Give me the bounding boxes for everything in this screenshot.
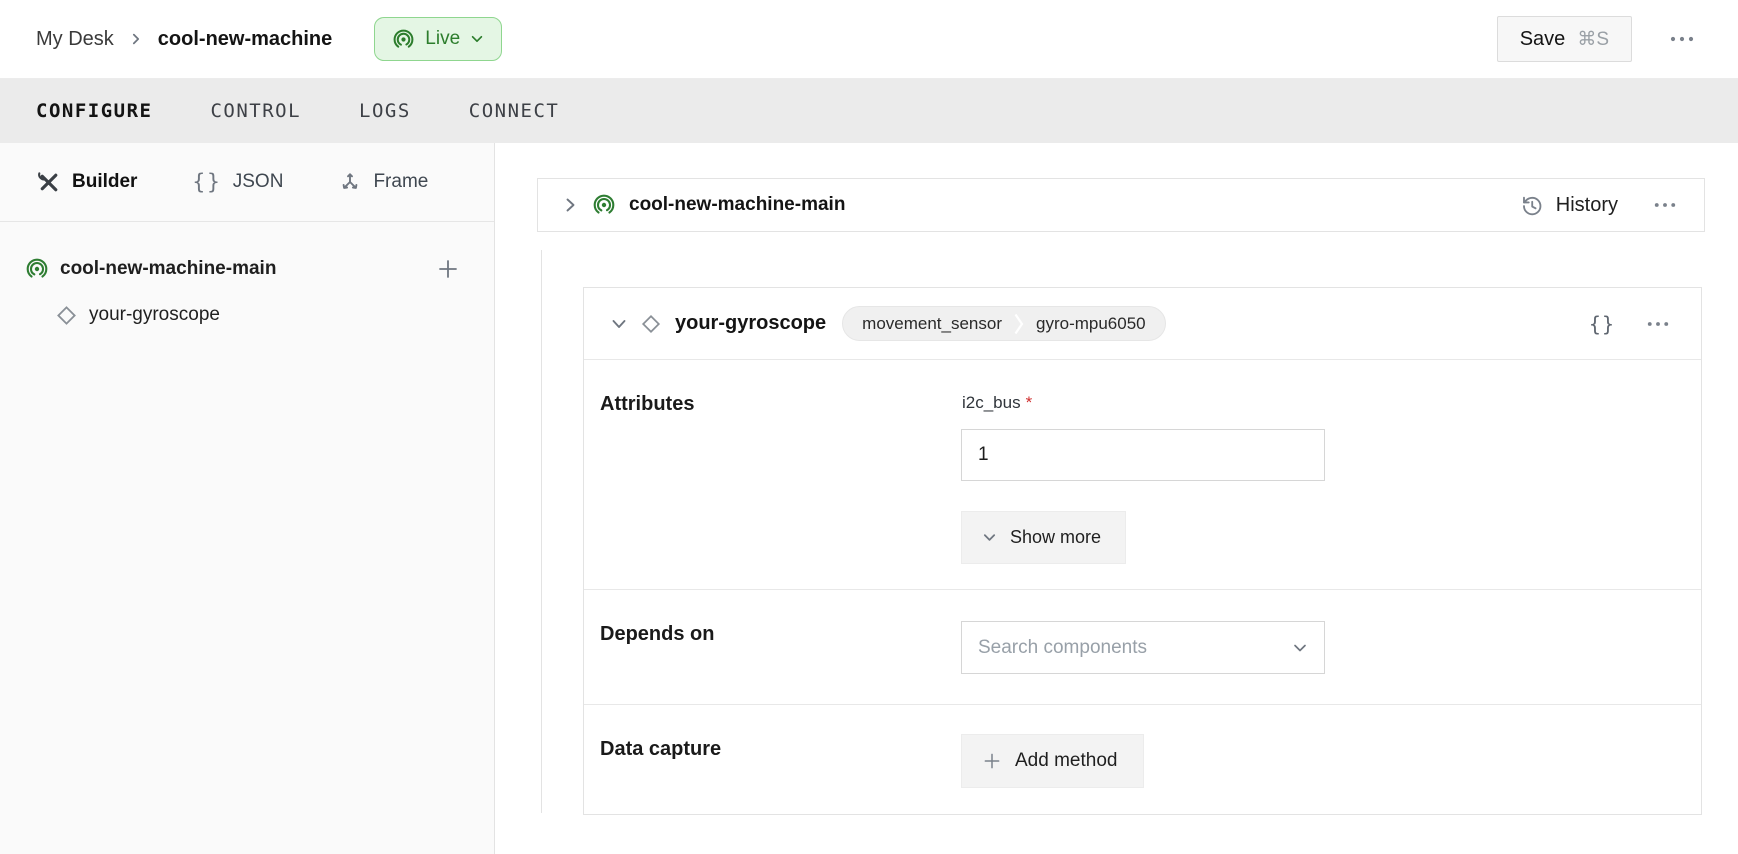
mode-json[interactable]: {} JSON bbox=[192, 170, 283, 194]
breadcrumb-current: cool-new-machine bbox=[158, 28, 332, 51]
mode-frame[interactable]: Frame bbox=[338, 170, 428, 194]
save-button[interactable]: Save ⌘S bbox=[1497, 16, 1632, 62]
top-header: My Desk cool-new-machine Live Save ⌘S bbox=[0, 0, 1738, 79]
data-capture-section-label: Data capture bbox=[600, 738, 721, 761]
primary-tabbar: CONFIGURE CONTROL LOGS CONNECT bbox=[0, 79, 1738, 143]
broadcast-icon bbox=[392, 28, 415, 51]
diamond-icon bbox=[55, 304, 78, 327]
tree-item-component[interactable]: your-gyroscope bbox=[0, 292, 494, 338]
tools-icon bbox=[36, 170, 61, 195]
breadcrumb-chevron-icon bbox=[129, 32, 143, 46]
ellipsis-icon bbox=[1670, 36, 1694, 42]
tag-separator-chevron-icon bbox=[1014, 312, 1024, 336]
show-more-button[interactable]: Show more bbox=[961, 511, 1126, 564]
collapse-component-button[interactable] bbox=[611, 316, 627, 332]
machine-status-badge[interactable]: Live bbox=[374, 17, 502, 61]
attributes-section-label: Attributes bbox=[600, 393, 694, 416]
save-button-label: Save bbox=[1520, 28, 1566, 51]
tab-logs[interactable]: LOGS bbox=[359, 100, 411, 122]
history-button[interactable]: History bbox=[1519, 192, 1618, 218]
plus-icon bbox=[436, 257, 460, 281]
nesting-guide-line bbox=[541, 250, 542, 813]
i2c-bus-input[interactable] bbox=[961, 429, 1325, 481]
component-card-header: your-gyroscope movement_sensor gyro-mpu6… bbox=[584, 288, 1701, 360]
show-more-label: Show more bbox=[1010, 527, 1101, 548]
view-mode-toggle: Builder {} JSON Frame bbox=[0, 143, 494, 222]
history-icon bbox=[1519, 192, 1545, 218]
tree-item-label: cool-new-machine-main bbox=[60, 258, 276, 280]
braces-icon: {} bbox=[1589, 312, 1615, 336]
add-resource-button[interactable] bbox=[432, 253, 464, 285]
tab-control[interactable]: CONTROL bbox=[210, 100, 301, 122]
section-depends-on: Depends on bbox=[584, 590, 1701, 705]
component-title: your-gyroscope bbox=[675, 312, 826, 335]
required-marker: * bbox=[1026, 393, 1033, 412]
component-menu-button[interactable] bbox=[1641, 315, 1675, 333]
section-data-capture: Data capture Add method bbox=[584, 705, 1701, 814]
frame-axes-icon bbox=[338, 170, 362, 194]
broadcast-icon bbox=[25, 257, 49, 281]
add-method-label: Add method bbox=[1015, 750, 1117, 772]
tag-component-type: movement_sensor bbox=[862, 314, 1002, 334]
tree-item-label: your-gyroscope bbox=[89, 304, 220, 326]
depends-on-select[interactable] bbox=[961, 621, 1325, 674]
edit-json-button[interactable]: {} bbox=[1589, 312, 1615, 336]
chevron-down-icon bbox=[1292, 640, 1308, 656]
history-button-label: History bbox=[1556, 194, 1618, 217]
chevron-right-icon bbox=[562, 197, 578, 213]
mode-frame-label: Frame bbox=[373, 171, 428, 193]
tab-connect[interactable]: CONNECT bbox=[469, 100, 560, 122]
depends-on-section-label: Depends on bbox=[600, 623, 714, 646]
broadcast-icon bbox=[592, 193, 616, 217]
mode-builder[interactable]: Builder bbox=[36, 170, 137, 195]
tab-configure[interactable]: CONFIGURE bbox=[36, 100, 152, 122]
expand-part-button[interactable] bbox=[562, 197, 578, 213]
diamond-icon bbox=[640, 313, 662, 335]
ellipsis-icon bbox=[1647, 321, 1669, 327]
plus-icon bbox=[982, 751, 1002, 771]
config-main-panel: cool-new-machine-main History bbox=[495, 143, 1738, 854]
section-attributes: Attributes i2c_bus * Show more bbox=[584, 360, 1701, 590]
app-window: My Desk cool-new-machine Live Save ⌘S bbox=[0, 0, 1738, 854]
i2c-bus-field-label: i2c_bus * bbox=[962, 393, 1032, 413]
field-label-text: i2c_bus bbox=[962, 393, 1021, 412]
tag-component-model: gyro-mpu6050 bbox=[1036, 314, 1146, 334]
mode-builder-label: Builder bbox=[72, 171, 137, 193]
chevron-down-icon bbox=[470, 32, 484, 46]
machine-part-card: cool-new-machine-main History bbox=[537, 178, 1705, 232]
part-card-title: cool-new-machine-main bbox=[629, 194, 845, 216]
add-method-button[interactable]: Add method bbox=[961, 734, 1144, 788]
resource-tree: cool-new-machine-main your-gyroscope bbox=[0, 222, 494, 338]
chevron-down-icon bbox=[982, 530, 997, 545]
component-card: your-gyroscope movement_sensor gyro-mpu6… bbox=[583, 287, 1702, 815]
braces-icon: {} bbox=[192, 170, 221, 194]
save-shortcut: ⌘S bbox=[1577, 28, 1609, 51]
breadcrumb-parent[interactable]: My Desk bbox=[36, 28, 114, 51]
component-type-tags: movement_sensor gyro-mpu6050 bbox=[842, 306, 1165, 341]
part-card-menu-button[interactable] bbox=[1648, 196, 1682, 214]
ellipsis-icon bbox=[1654, 202, 1676, 208]
header-overflow-menu-button[interactable] bbox=[1662, 28, 1702, 50]
config-sidebar: Builder {} JSON Frame bbox=[0, 143, 495, 854]
status-badge-label: Live bbox=[425, 28, 460, 50]
tree-item-machine-part[interactable]: cool-new-machine-main bbox=[0, 246, 494, 292]
chevron-down-icon bbox=[611, 316, 627, 332]
depends-on-search-input[interactable] bbox=[978, 637, 1292, 659]
mode-json-label: JSON bbox=[233, 171, 284, 193]
